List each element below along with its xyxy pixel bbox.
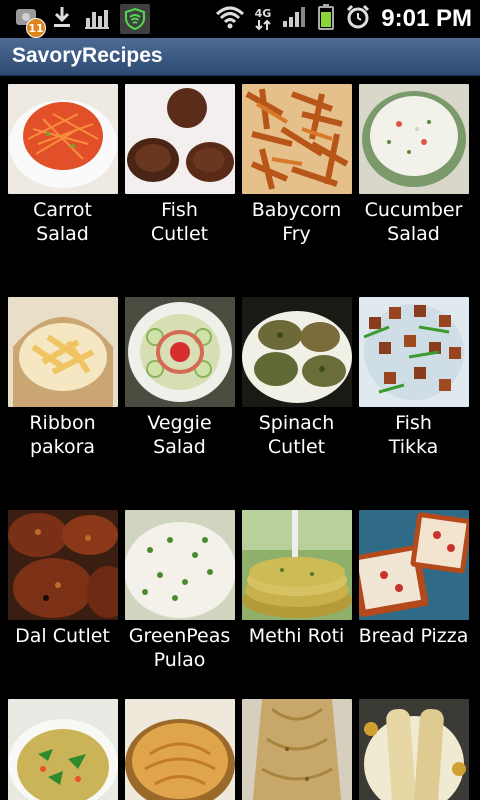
recipe-label[interactable]: Carrot Salad xyxy=(4,198,121,246)
recipe-tile-cucumber-salad[interactable]: Cucumber Salad xyxy=(355,84,472,246)
recipe-label[interactable]: Dal Cutlet xyxy=(4,624,121,648)
recipe-label[interactable]: GreenPeas Pulao xyxy=(121,624,238,672)
signal-icon xyxy=(281,4,307,34)
recipe-grid[interactable]: Carrot Salad Fish Cutlet Babycorn Fry Cu… xyxy=(0,76,480,800)
app-notification-icon[interactable]: 11 xyxy=(14,6,46,38)
recipe-tile-ribbon-pakora[interactable]: Ribbon pakora xyxy=(4,297,121,459)
recipe-13-image[interactable] xyxy=(8,699,118,800)
recipe-tile-14[interactable] xyxy=(121,699,238,800)
recipe-tile-fish-cutlet[interactable]: Fish Cutlet xyxy=(121,84,238,246)
recipe-tile-greenpeas-pulao[interactable]: GreenPeas Pulao xyxy=(121,510,238,672)
recipe-14-image[interactable] xyxy=(125,699,235,800)
recipe-label[interactable]: Cucumber Salad xyxy=(355,198,472,246)
recipe-tile-methi-roti[interactable]: Methi Roti xyxy=(238,510,355,648)
recipe-label[interactable]: Fish Tikka xyxy=(355,411,472,459)
recipe-tile-babycorn-fry[interactable]: Babycorn Fry xyxy=(238,84,355,246)
recipe-tile-spinach-cutlet[interactable]: Spinach Cutlet xyxy=(238,297,355,459)
recipe-label[interactable]: Ribbon pakora xyxy=(4,411,121,459)
recipe-tile-dal-cutlet[interactable]: Dal Cutlet xyxy=(4,510,121,648)
bread-pizza-image[interactable] xyxy=(359,510,469,620)
recipe-label[interactable]: Veggie Salad xyxy=(121,411,238,459)
spinach-cutlet-image[interactable] xyxy=(242,297,352,407)
recipe-tile-carrot-salad[interactable]: Carrot Salad xyxy=(4,84,121,246)
fish-cutlet-image[interactable] xyxy=(125,84,235,194)
recipe-tile-veggie-salad[interactable]: Veggie Salad xyxy=(121,297,238,459)
recipe-tile-fish-tikka[interactable]: Fish Tikka xyxy=(355,297,472,459)
babycorn-fry-image[interactable] xyxy=(242,84,352,194)
battery-icon xyxy=(317,3,335,35)
cucumber-salad-image[interactable] xyxy=(359,84,469,194)
download-icon[interactable] xyxy=(50,4,74,34)
fish-tikka-image[interactable] xyxy=(359,297,469,407)
recipe-label[interactable]: Fish Cutlet xyxy=(121,198,238,246)
chart-icon[interactable] xyxy=(84,4,110,34)
app-title-bar: SavoryRecipes xyxy=(0,38,480,76)
recipe-tile-13[interactable] xyxy=(4,699,121,800)
veggie-salad-image[interactable] xyxy=(125,297,235,407)
recipe-label[interactable]: Spinach Cutlet xyxy=(238,411,355,459)
methi-roti-image[interactable] xyxy=(242,510,352,620)
notification-count-badge: 11 xyxy=(26,18,46,38)
dal-cutlet-image[interactable] xyxy=(8,510,118,620)
status-clock: 9:01 PM xyxy=(381,5,472,32)
recipe-tile-15[interactable] xyxy=(238,699,355,800)
app-title: SavoryRecipes xyxy=(12,44,163,67)
shield-icon[interactable] xyxy=(120,4,150,34)
network-type-icon: 4G xyxy=(255,8,271,31)
ribbon-pakora-image[interactable] xyxy=(8,297,118,407)
status-bar: 11 4G 9:01 PM xyxy=(0,0,480,38)
recipe-label[interactable]: Bread Pizza xyxy=(355,624,472,648)
recipe-label[interactable]: Methi Roti xyxy=(238,624,355,648)
greenpeas-pulao-image[interactable] xyxy=(125,510,235,620)
carrot-salad-image[interactable] xyxy=(8,84,118,194)
wifi-icon xyxy=(215,4,245,34)
recipe-tile-16[interactable] xyxy=(355,699,472,800)
recipe-tile-bread-pizza[interactable]: Bread Pizza xyxy=(355,510,472,648)
recipe-label[interactable]: Babycorn Fry xyxy=(238,198,355,246)
alarm-icon xyxy=(345,4,371,34)
recipe-15-image[interactable] xyxy=(242,699,352,800)
recipe-16-image[interactable] xyxy=(359,699,469,800)
